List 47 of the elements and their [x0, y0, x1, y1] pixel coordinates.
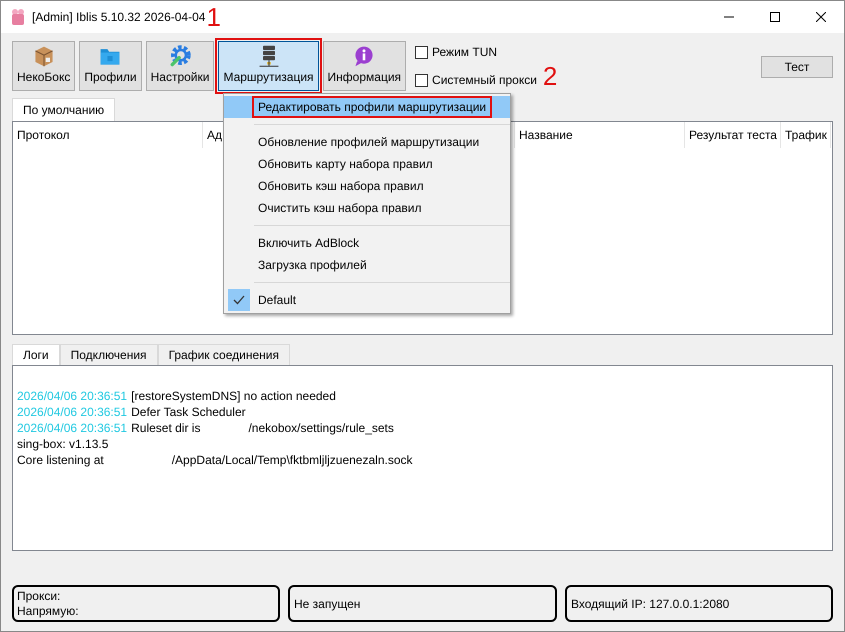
toolbar-button[interactable]: Настройки [146, 41, 214, 91]
toolbar-button[interactable]: Профили [79, 41, 142, 91]
menu-item[interactable]: Default [224, 289, 510, 311]
traffic-label: Напрямую: [17, 604, 80, 618]
menu-item[interactable]: Обновление профилей маршрутизации [224, 131, 510, 153]
menu-item[interactable]: Очистить кэш набора правил [224, 197, 510, 219]
checkbox-label: Режим TUN [432, 44, 498, 61]
checkbox[interactable] [415, 46, 428, 58]
menu-item[interactable]: Включить AdBlock [224, 232, 510, 254]
column-header[interactable]: Трафик [781, 122, 831, 148]
column-header[interactable]: Протокол [13, 122, 203, 148]
log-message: [restoreSystemDNS] no action needed [131, 388, 336, 405]
checkbox[interactable] [415, 74, 428, 86]
log-message: Core listening at [17, 452, 104, 469]
log-timestamp: 2026/04/06 20:36:51 [17, 388, 128, 405]
toolbar-button[interactable]: Информация [322, 41, 406, 91]
toolbar-button[interactable]: Маршрутизация [218, 41, 319, 91]
test-button[interactable]: Тест [761, 56, 833, 78]
log-message: sing-box: v1.13.5 [17, 436, 108, 453]
log-tab[interactable]: Подключения [60, 344, 158, 365]
toolbar-button[interactable]: НекоБокс [12, 41, 76, 91]
maximize-icon [770, 12, 780, 22]
log-tab[interactable]: Логи [12, 344, 60, 365]
column-header[interactable]: Результат теста [685, 122, 781, 148]
app-icon [10, 8, 26, 26]
log-path: /AppData/Local/Temp\fktbmljljzuenezaln.sock [172, 452, 413, 469]
annotation-number: 2 [542, 63, 558, 89]
status-text: Не запущен [294, 596, 360, 612]
menu-item[interactable]: Обновить кэш набора правил [224, 175, 510, 197]
checkbox-label: Системный прокси [432, 72, 537, 89]
checkmark-icon [228, 289, 250, 311]
log-timestamp: 2026/04/06 20:36:51 [17, 420, 128, 437]
menu-item[interactable]: Редактировать профили маршрутизации [224, 96, 510, 118]
traffic-label: Прокси: [17, 588, 62, 604]
log-timestamp: 2026/04/06 20:36:51 [17, 404, 128, 421]
inbound-text: Входящий IP: 127.0.0.1:2080 [571, 596, 730, 612]
log-message: Defer Task Scheduler [131, 404, 246, 421]
column-header[interactable]: Название [515, 122, 685, 148]
menu-item[interactable]: Обновить карту набора правил [224, 153, 510, 175]
annotation-number: 1 [206, 4, 221, 30]
log-message: Ruleset dir is [131, 420, 200, 437]
window-title: [Admin] Iblis 5.10.32 2026-04-04 [32, 9, 206, 26]
menu-item[interactable]: Загрузка профилей [224, 254, 510, 276]
close-icon [816, 12, 826, 22]
log-path: /nekobox/settings/rule_sets [248, 420, 394, 437]
profile-tab[interactable]: По умолчанию [12, 98, 116, 121]
log-tab[interactable]: График соединения [158, 344, 290, 365]
